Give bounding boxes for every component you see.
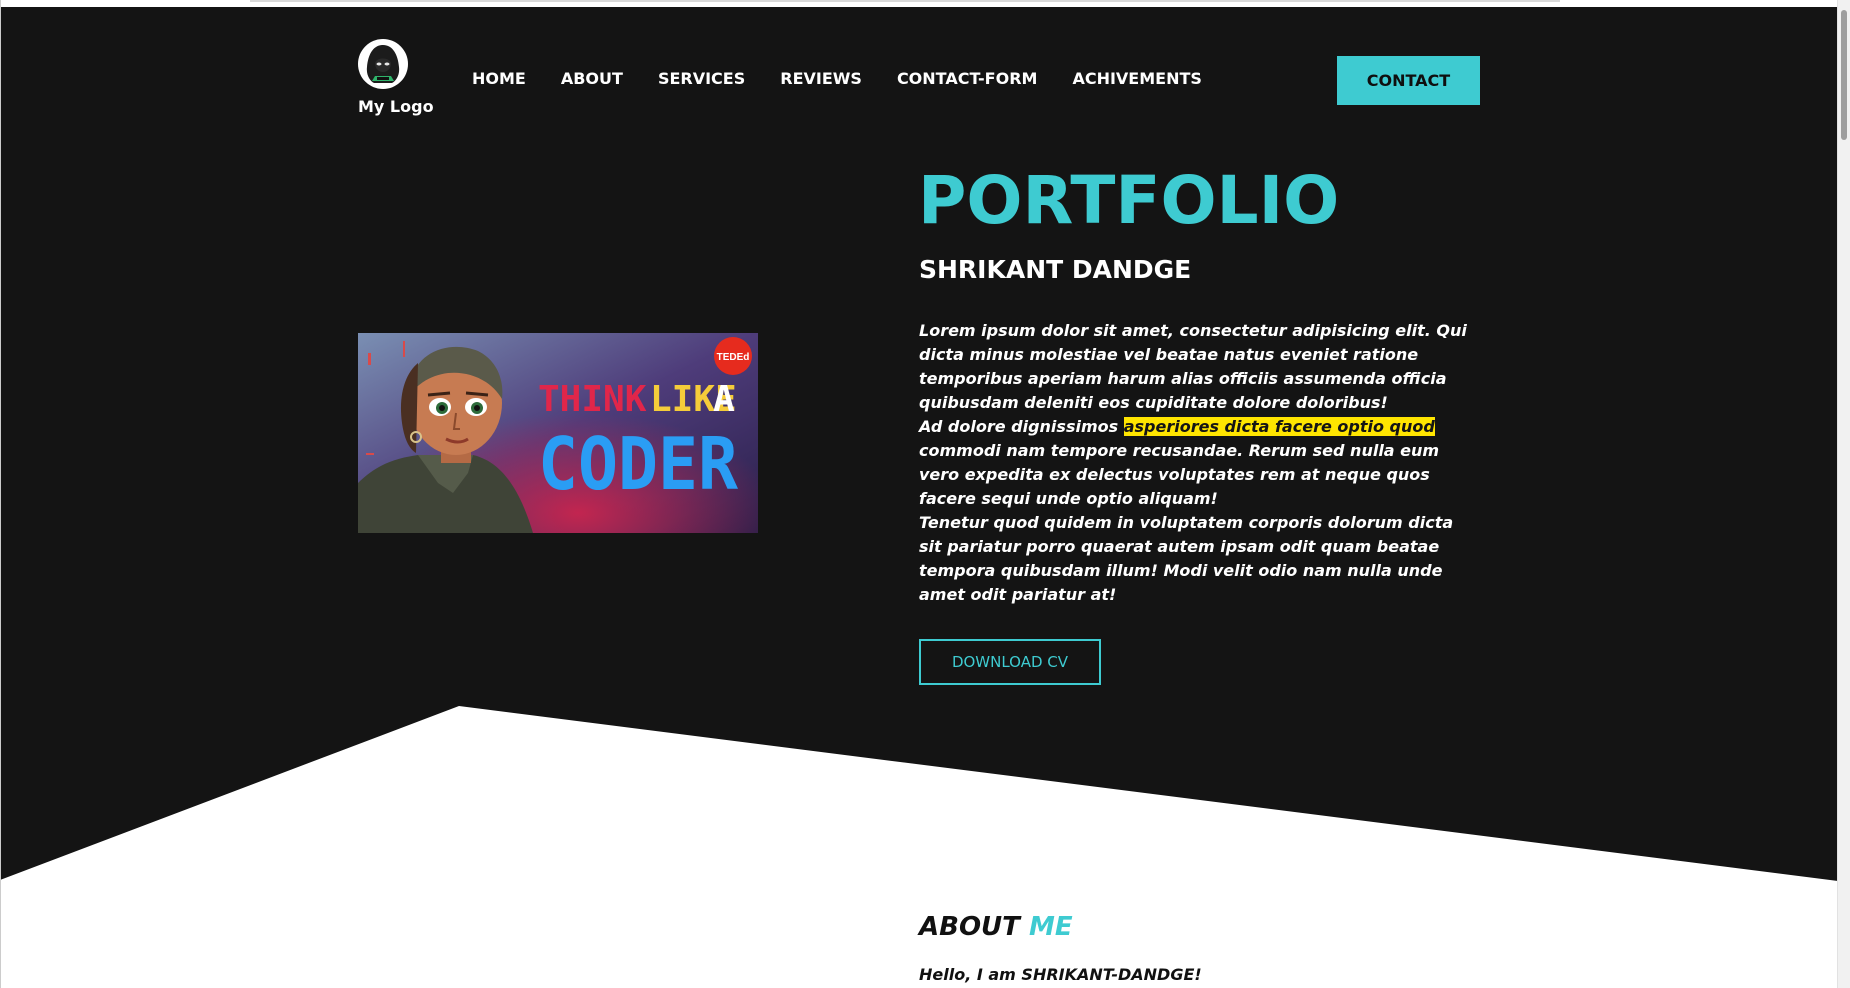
browser-address-edge xyxy=(250,0,1560,2)
nav-item-home[interactable]: HOME xyxy=(472,69,526,88)
hero-description: Lorem ipsum dolor sit amet, consectetur … xyxy=(919,319,1479,607)
hero-thumbnail-image: TEDEd THINK LIKE A CODER xyxy=(358,333,758,533)
browser-top-strip xyxy=(0,0,1850,7)
about-heading-main: ABOUT xyxy=(919,912,1020,942)
about-heading: ABOUT ME xyxy=(919,912,1073,942)
nav-item-contact-form[interactable]: CONTACT-FORM xyxy=(897,69,1038,88)
window-left-edge xyxy=(0,0,1,988)
page-title: PORTFOLIO xyxy=(918,162,1340,239)
nav-item-achievements[interactable]: ACHIVEMENTS xyxy=(1072,69,1201,88)
logo[interactable]: My Logo xyxy=(358,39,434,116)
about-greeting: Hello, I am SHRIKANT-DANDGE! xyxy=(919,965,1202,984)
nav-item-about[interactable]: ABOUT xyxy=(561,69,623,88)
owner-name: SHRIKANT DANDGE xyxy=(919,255,1192,284)
hacker-avatar-icon xyxy=(358,39,408,89)
download-cv-button[interactable]: DOWNLOAD CV xyxy=(919,639,1101,685)
hero-paragraph-2-end: commodi nam tempore recusandae. Rerum se… xyxy=(919,441,1440,508)
about-heading-accent: ME xyxy=(1028,912,1073,942)
thumbnail-coder: CODER xyxy=(538,422,739,506)
scrollbar-thumb[interactable] xyxy=(1841,10,1847,140)
page-scrollbar[interactable] xyxy=(1837,0,1850,988)
ted-ed-badge: TEDEd xyxy=(717,352,750,363)
hero-paragraph-3: Tenetur quod quidem in voluptatem corpor… xyxy=(919,513,1454,604)
contact-button[interactable]: CONTACT xyxy=(1337,56,1480,105)
hero-paragraph-1: Lorem ipsum dolor sit amet, consectetur … xyxy=(919,321,1467,412)
main-nav: HOME ABOUT SERVICES REVIEWS CONTACT-FORM… xyxy=(472,69,1202,88)
thumbnail-think: THINK xyxy=(538,379,647,420)
hero-paragraph-2-start: Ad dolore dignissimos xyxy=(919,417,1124,436)
nav-item-services[interactable]: SERVICES xyxy=(658,69,745,88)
hero-paragraph-2: Ad dolore dignissimos asperiores dicta f… xyxy=(919,415,1479,511)
logo-text: My Logo xyxy=(358,97,434,116)
highlighted-text: asperiores dicta facere optio quod xyxy=(1123,417,1435,436)
thumbnail-a: A xyxy=(713,379,735,420)
nav-item-reviews[interactable]: REVIEWS xyxy=(780,69,862,88)
